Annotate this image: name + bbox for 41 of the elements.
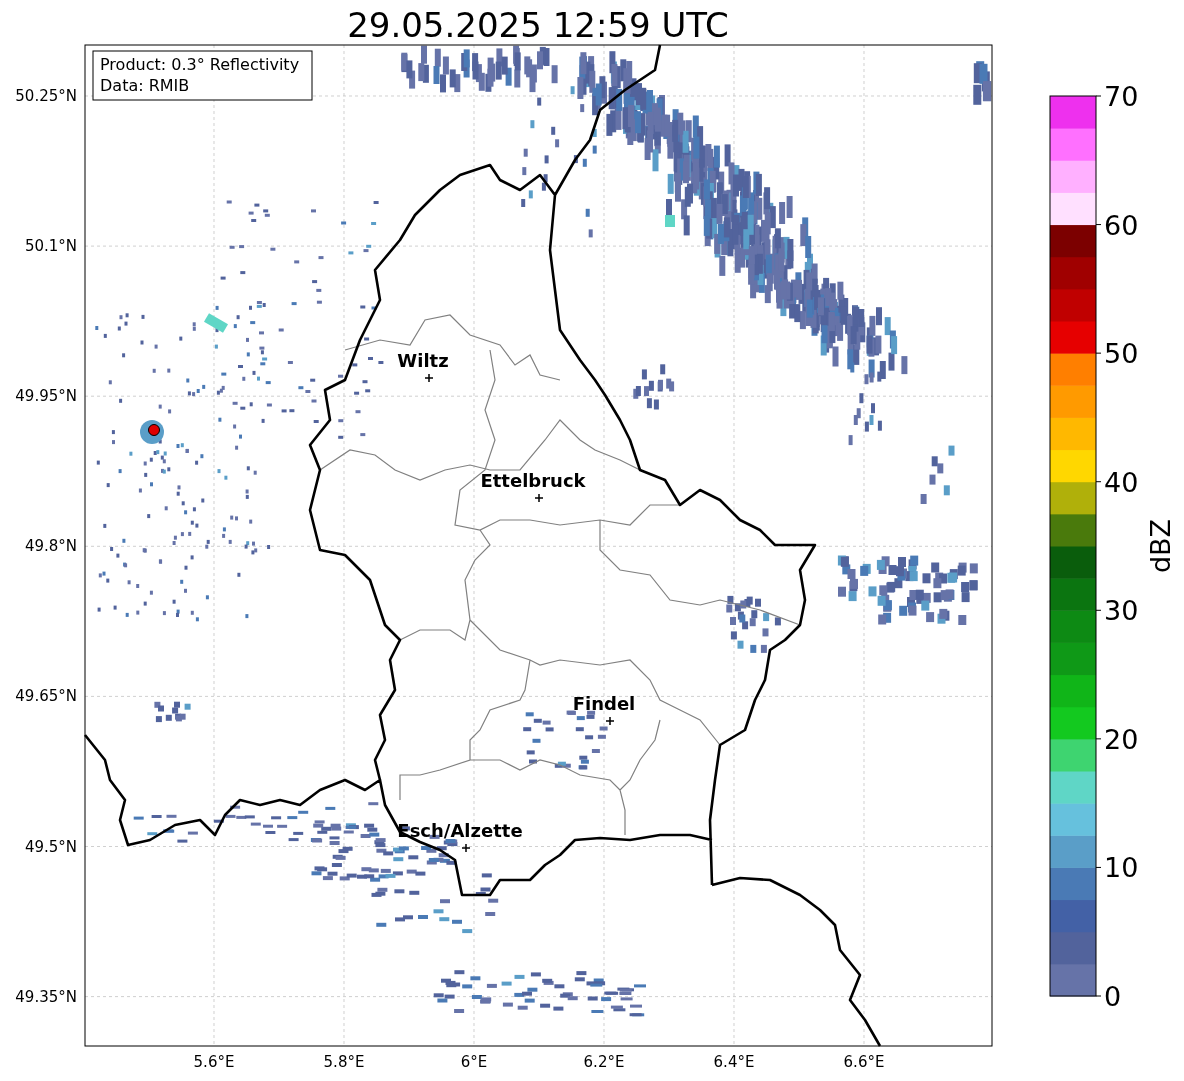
longitude-label: 5.6°E [193,1053,235,1071]
colorbar-tick [1095,352,1102,354]
city-label: Findel [572,693,636,714]
longitude-label: 6.6°E [843,1053,885,1071]
colorbar-tick [1095,224,1102,226]
colorbar-tick-label: 20 [1104,723,1139,755]
colorbar-tick-label: 10 [1104,852,1139,884]
colorbar-label: dBZ [1145,518,1176,574]
colorbar-tick [1095,866,1102,868]
colorbar-tick-label: 30 [1104,595,1139,627]
info-text: Data: RMIB [100,76,190,95]
latitude-label: 50.1°N [24,237,77,256]
city-label: Wiltz [397,350,449,371]
colorbar-tick-label: 0 [1104,981,1122,1012]
latitude-label: 49.95°N [15,387,77,406]
colorbar-tick-label: 50 [1104,338,1139,370]
latitude-label: 49.35°N [15,987,77,1006]
city-marker [424,373,434,383]
longitude-label: 6.4°E [713,1053,755,1071]
chart-title: 29.05.2025 12:59 UTC [347,5,729,45]
colorbar-tick-label: 40 [1104,466,1139,498]
latitude-label: 49.5°N [24,837,77,856]
radar-site-marker [148,424,160,436]
city-marker [461,843,471,853]
city-label: Ettelbruck [480,470,586,491]
longitude-label: 6.2°E [583,1053,625,1071]
colorbar-tick [1095,481,1102,483]
colorbar-tick [1095,995,1102,997]
longitude-label: 6°E [460,1053,488,1071]
city-marker [534,493,544,503]
latitude-label: 50.25°N [15,87,77,105]
latitude-label: 49.65°N [15,687,77,706]
city-marker [605,716,615,726]
colorbar-tick-label: 70 [1104,81,1139,112]
colorbar-tick [1095,738,1102,740]
colorbar-tick [1095,95,1102,97]
info-text: Product: 0.3° Reflectivity [100,55,300,74]
colorbar-tick-label: 60 [1104,209,1139,241]
longitude-label: 5.8°E [323,1053,365,1071]
latitude-label: 49.8°N [24,537,77,556]
colorbar-tick [1095,609,1102,611]
